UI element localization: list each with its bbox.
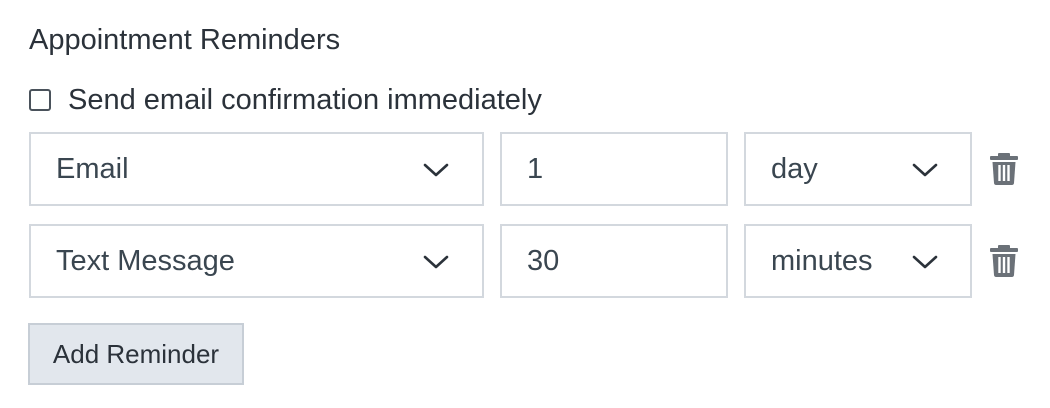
reminder-unit-select[interactable]: minutes: [744, 224, 972, 298]
email-confirmation-option[interactable]: Send email confirmation immediately: [29, 82, 542, 118]
chevron-down-icon: [423, 255, 449, 269]
reminder-method-select[interactable]: Email: [29, 132, 484, 206]
trash-icon[interactable]: [989, 244, 1019, 278]
reminder-amount-value: 30: [527, 244, 560, 277]
email-confirmation-label[interactable]: Send email confirmation immediately: [68, 84, 542, 117]
section-title: Appointment Reminders: [29, 24, 341, 56]
appointment-reminders-panel: Appointment Reminders Send email confirm…: [0, 0, 1050, 408]
reminder-amount-value: 1: [527, 152, 544, 185]
reminder-method-value: Email: [56, 152, 129, 185]
reminder-amount-input[interactable]: 30: [500, 224, 728, 298]
reminder-method-select[interactable]: Text Message: [29, 224, 484, 298]
chevron-down-icon: [912, 163, 938, 177]
reminder-unit-select[interactable]: day: [744, 132, 972, 206]
email-confirmation-checkbox[interactable]: [29, 89, 51, 111]
add-reminder-button[interactable]: Add Reminder: [28, 323, 244, 385]
trash-icon[interactable]: [989, 152, 1019, 186]
chevron-down-icon: [912, 255, 938, 269]
reminder-method-value: Text Message: [56, 244, 235, 277]
reminder-amount-input[interactable]: 1: [500, 132, 728, 206]
chevron-down-icon: [423, 163, 449, 177]
